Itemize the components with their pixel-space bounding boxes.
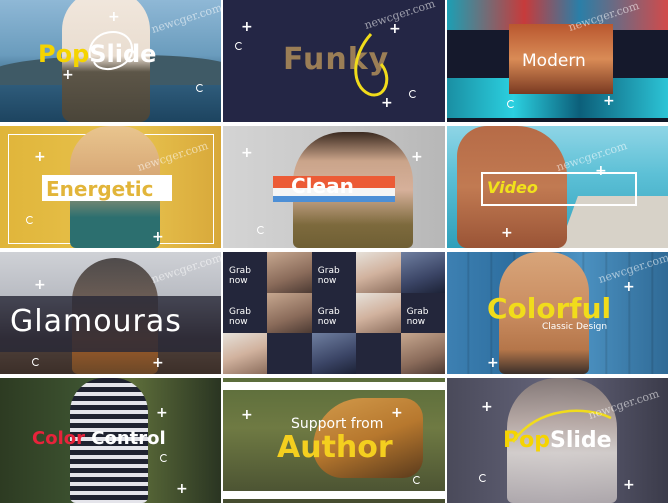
top-white-bar: [223, 382, 445, 390]
watermark-text: newcger.com: [149, 0, 221, 37]
tile-glamouras[interactable]: Glamouras + + newcger.com: [0, 252, 221, 374]
colorful-title: Colorful: [487, 292, 612, 325]
scribble-circle-icon: [88, 31, 134, 71]
grid-cell-photo: [400, 252, 445, 293]
tile-energetic[interactable]: Energetic + + newcger.com: [0, 126, 221, 248]
plus-icon: +: [241, 145, 253, 161]
plus-icon: +: [595, 163, 607, 179]
plus-icon: +: [152, 355, 164, 371]
color-control-title: Color Control: [32, 428, 166, 449]
scribble-arc-icon: [511, 409, 612, 443]
ring-icon: [235, 42, 243, 50]
grab-now-label[interactable]: Grab now: [407, 307, 445, 327]
author-line: Author: [277, 430, 393, 465]
video-title: Video: [487, 178, 538, 197]
glamouras-title: Glamouras: [10, 304, 182, 339]
bottom-white-bar: [223, 491, 445, 499]
ring-icon: [413, 476, 421, 484]
grid-cell: Grab now: [311, 252, 357, 293]
grab-now-label[interactable]: Grab now: [229, 266, 267, 286]
color-control-title-color: Color: [32, 428, 85, 449]
tile-clean[interactable]: Clean + +: [223, 126, 445, 248]
watermark-text: newcger.com: [149, 252, 221, 287]
grab-now-label[interactable]: Grab now: [318, 266, 356, 286]
tile-modern[interactable]: Modern + newcger.com: [447, 0, 668, 122]
ring-icon: [160, 454, 168, 462]
plus-icon: +: [481, 399, 493, 415]
plus-icon: +: [411, 149, 423, 165]
plus-icon: +: [623, 279, 635, 295]
plus-icon: +: [62, 67, 74, 83]
grid-cell: [356, 333, 401, 374]
plus-icon: +: [487, 355, 499, 371]
color-control-title-control: Control: [91, 428, 166, 449]
plus-icon: +: [241, 19, 253, 35]
scribble-loop-icon: [354, 32, 389, 97]
plus-icon: +: [391, 405, 403, 421]
plus-icon: +: [389, 21, 401, 37]
plus-icon: +: [176, 481, 188, 497]
tile-popslide[interactable]: PopSlide + + newcger.com: [0, 0, 221, 122]
plus-icon: +: [108, 9, 120, 25]
plus-icon: +: [34, 277, 46, 293]
ring-icon: [26, 216, 34, 224]
tile-grab-now[interactable]: Grab now Grab now Grab now Grab now Grab…: [223, 252, 445, 374]
tile-popslide-2[interactable]: PopSlide + + newcger.com: [447, 378, 668, 503]
grab-now-label[interactable]: Grab now: [318, 307, 356, 327]
plus-icon: +: [241, 407, 253, 423]
grid-cell-photo: [356, 252, 401, 293]
grid-cell: Grab now: [311, 292, 357, 334]
plus-icon: +: [603, 93, 615, 109]
ring-icon: [409, 90, 417, 98]
plus-icon: +: [623, 477, 635, 493]
tile-funky[interactable]: Funky + + + newcger.com: [223, 0, 445, 122]
tile-support-author[interactable]: Support from Author + +: [223, 378, 445, 503]
modern-title: Modern: [522, 51, 586, 71]
ring-icon: [479, 474, 487, 482]
colorful-subtitle: Classic Design: [542, 322, 608, 332]
ring-icon: [507, 100, 515, 108]
grid-cell: Grab now: [223, 292, 268, 334]
grid-cell-photo: [400, 333, 445, 374]
plus-icon: +: [501, 225, 513, 241]
grid-cell-photo: [223, 333, 268, 374]
grid-cell-photo: [267, 292, 312, 334]
plus-icon: +: [156, 405, 168, 421]
tile-colorful[interactable]: Colorful Classic Design + + newcger.com: [447, 252, 668, 374]
plus-icon: +: [152, 229, 164, 245]
video-template-grid: PopSlide + + newcger.com Funky + + + new…: [0, 0, 668, 503]
ring-icon: [32, 358, 40, 366]
tile-color-control[interactable]: Color Control + +: [0, 378, 221, 503]
ring-icon: [196, 84, 204, 92]
energetic-title: Energetic: [46, 177, 154, 201]
tile-video[interactable]: Video + + newcger.com: [447, 126, 668, 248]
grab-now-label[interactable]: Grab now: [229, 307, 267, 327]
grid-cell-photo: [267, 252, 312, 293]
grid-cell: Grab now: [400, 292, 445, 334]
grid-cell-photo: [311, 333, 357, 374]
clean-title: Clean: [291, 174, 354, 198]
plus-icon: +: [381, 95, 393, 111]
grid-cell: Grab now: [223, 252, 268, 293]
grid-cell: [267, 333, 312, 374]
plus-icon: +: [34, 149, 46, 165]
grid-cell-photo: [356, 292, 401, 334]
ring-icon: [257, 226, 265, 234]
